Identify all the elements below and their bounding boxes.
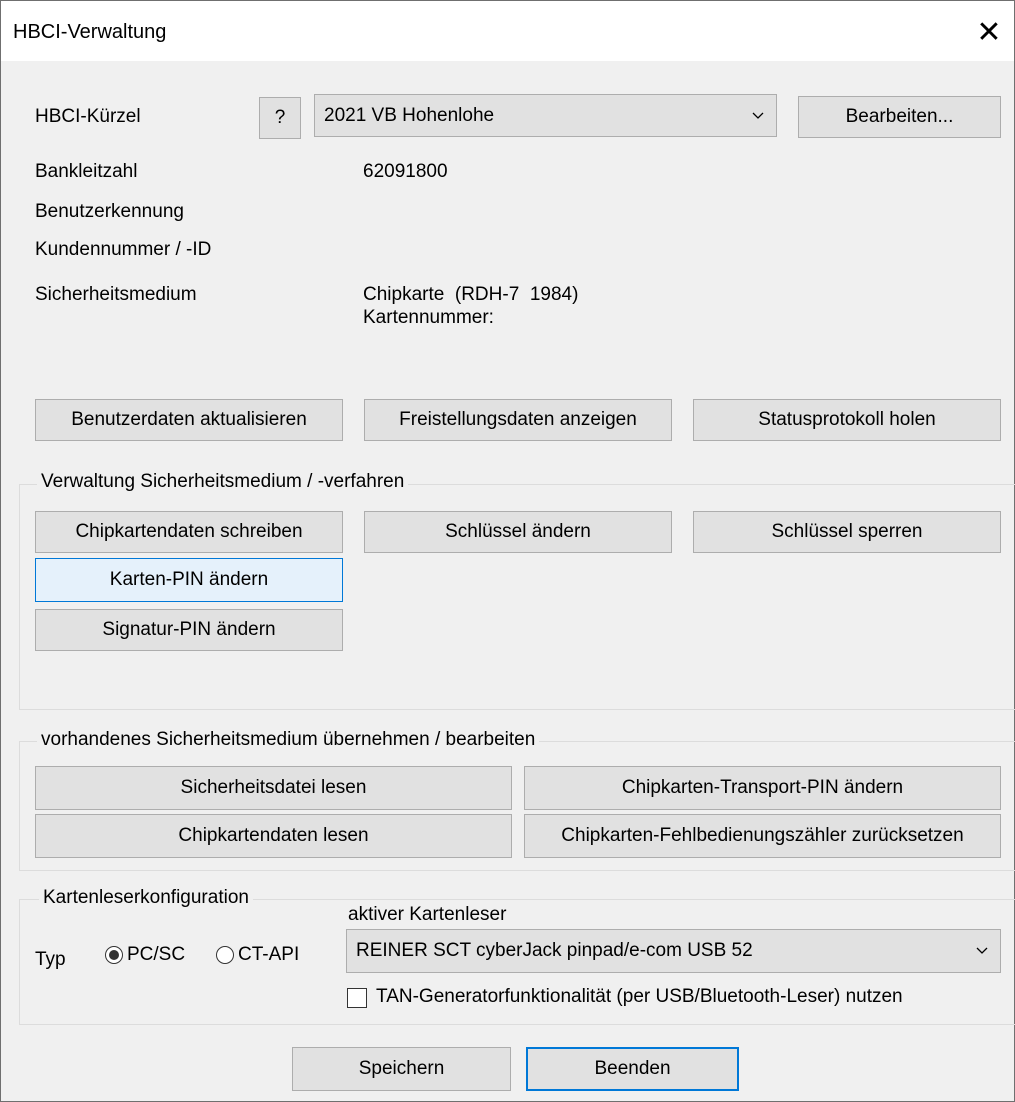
- tan-generator-checkbox[interactable]: [347, 988, 367, 1008]
- reader-config-title: Kartenleserkonfiguration: [39, 887, 253, 909]
- card-reader-select-value: REINER SCT cyberJack pinpad/e-com USB 52: [356, 940, 753, 961]
- lock-key-button[interactable]: Schlüssel sperren: [693, 511, 1001, 553]
- help-button[interactable]: ?: [259, 97, 301, 139]
- update-user-data-button[interactable]: Benutzerdaten aktualisieren: [35, 399, 343, 441]
- radio-ctapi[interactable]: [216, 946, 234, 964]
- user-label: Benutzerkennung: [35, 201, 184, 222]
- hbci-select[interactable]: 2021 VB Hohenlohe: [314, 94, 777, 137]
- change-key-button[interactable]: Schlüssel ändern: [364, 511, 672, 553]
- medium-value: Chipkarte (RDH-7 1984): [363, 284, 579, 305]
- close-icon[interactable]: ✕: [969, 15, 1009, 51]
- medium-label: Sicherheitsmedium: [35, 284, 197, 305]
- customer-label: Kundennummer / -ID: [35, 239, 212, 260]
- write-chip-data-button[interactable]: Chipkartendaten schreiben: [35, 511, 343, 553]
- change-transport-pin-button[interactable]: Chipkarten-Transport-PIN ändern: [524, 766, 1001, 810]
- change-signature-pin-button[interactable]: Signatur-PIN ändern: [35, 609, 343, 651]
- hbci-label: HBCI-Kürzel: [35, 106, 141, 127]
- title-bar: HBCI-Verwaltung ✕: [1, 1, 1014, 61]
- radio-ctapi-label[interactable]: CT-API: [238, 944, 299, 966]
- card-reader-select[interactable]: REINER SCT cyberJack pinpad/e-com USB 52: [346, 929, 1001, 973]
- read-security-file-button[interactable]: Sicherheitsdatei lesen: [35, 766, 512, 810]
- quit-button[interactable]: Beenden: [526, 1047, 739, 1091]
- radio-pcsc[interactable]: [105, 946, 123, 964]
- blz-label: Bankleitzahl: [35, 161, 138, 182]
- edit-button[interactable]: Bearbeiten...: [798, 96, 1001, 138]
- existing-medium-title: vorhandenes Sicherheitsmedium übernehmen…: [37, 729, 540, 751]
- chevron-down-icon: [752, 112, 764, 119]
- fetch-status-protocol-button[interactable]: Statusprotokoll holen: [693, 399, 1001, 441]
- dialog-window: HBCI-Verwaltung ✕ HBCI-Kürzel ? 2021 VB …: [0, 0, 1015, 1102]
- reset-error-counter-button[interactable]: Chipkarten-Fehlbedienungszähler zurückse…: [524, 814, 1001, 858]
- hbci-select-value: 2021 VB Hohenlohe: [324, 104, 495, 126]
- active-reader-label: aktiver Kartenleser: [348, 904, 507, 925]
- chevron-down-icon: [976, 947, 988, 954]
- radio-pcsc-label[interactable]: PC/SC: [127, 944, 185, 966]
- card-number-label: Kartennummer:: [363, 307, 494, 328]
- blz-value: 62091800: [363, 161, 448, 182]
- show-release-data-button[interactable]: Freistellungsdaten anzeigen: [364, 399, 672, 441]
- change-card-pin-button[interactable]: Karten-PIN ändern: [35, 558, 343, 602]
- radio-selected-dot: [109, 950, 119, 960]
- type-label: Typ: [35, 949, 66, 970]
- read-chip-data-button[interactable]: Chipkartendaten lesen: [35, 814, 512, 858]
- window-title: HBCI-Verwaltung: [13, 21, 167, 43]
- security-admin-title: Verwaltung Sicherheitsmedium / -verfahre…: [37, 471, 409, 493]
- tan-generator-label[interactable]: TAN-Generatorfunktionalität (per USB/Blu…: [376, 986, 903, 1008]
- save-button[interactable]: Speichern: [292, 1047, 511, 1091]
